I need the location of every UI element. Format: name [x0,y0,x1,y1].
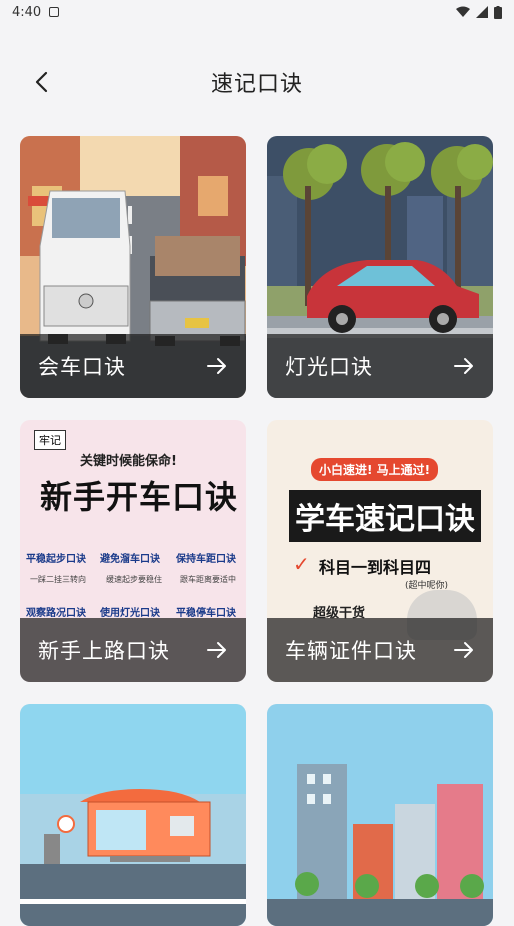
card-new-driver[interactable]: 牢记 关键时候能保命! 新手开车口诀 平稳起步口诀 避免溜车口诀 保持车距口诀 … [20,420,246,682]
poster-big-title: 新手开车口诀 [40,478,239,516]
status-icons [456,5,502,19]
card-overlay: 灯光口诀 [267,334,493,398]
card-city[interactable] [267,704,493,926]
card-overlay: 车辆证件口诀 [267,618,493,682]
card-meeting-vehicles[interactable]: 会车口诀 [20,136,246,398]
notification-icon [49,7,60,17]
poster-big-title: 学车速记口诀 [289,490,481,542]
check-icon: ✓ [293,552,310,576]
poster-desc: 跟车距离要适中 [180,575,236,584]
status-bar: 4:40 [0,0,514,24]
arrow-right-icon [454,358,473,374]
chevron-left-icon [35,71,48,93]
card-label: 会车口诀 [38,355,126,379]
poster-item: 保持车距口诀 [176,554,236,565]
poster-stamp: 牢记 [34,430,66,450]
bus-stop-illustration [20,704,246,926]
arrow-right-icon [207,358,226,374]
wifi-icon [456,6,470,17]
card-overlay: 会车口诀 [20,334,246,398]
card-label: 新手上路口诀 [38,639,170,663]
card-label: 车辆证件口诀 [285,639,417,663]
arrow-right-icon [207,642,226,658]
poster-top-banner: 小白速进! 马上通过! [311,458,439,481]
battery-icon [494,5,502,19]
mnemonic-grid: 会车口诀 灯光口诀 牢记 关键时候能保命! 新手开车口诀 平稳起步口诀 避免溜车… [20,136,494,926]
poster-item: 观察路况口诀 [26,608,86,619]
card-overlay: 新手上路口诀 [20,618,246,682]
card-vehicle-documents[interactable]: 小白速进! 马上通过! 学车速记口诀 ✓ 科目一到科目四 (超中呢你) 超级干货… [267,420,493,682]
status-time: 4:40 [12,4,42,20]
card-label: 灯光口诀 [285,355,373,379]
poster-item: 平稳停车口诀 [176,608,236,619]
poster-desc: 一踩二挂三转向 [30,575,86,584]
card-bus-stop[interactable] [20,704,246,926]
page-title: 速记口诀 [210,72,303,97]
poster-subtitle: 科目一到科目四 [319,558,432,577]
poster-item: 平稳起步口诀 [26,554,86,565]
back-button[interactable] [26,64,58,100]
signal-icon [476,6,488,18]
poster-item: 避免溜车口诀 [100,554,160,565]
card-light-signals[interactable]: 灯光口诀 [267,136,493,398]
header: 速记口诀 [0,50,514,114]
arrow-right-icon [454,642,473,658]
poster-item: 使用灯光口诀 [100,608,160,619]
poster-headline: 关键时候能保命! [80,454,177,469]
city-illustration [267,704,493,926]
poster-desc: 缓速起步要稳住 [106,575,162,584]
